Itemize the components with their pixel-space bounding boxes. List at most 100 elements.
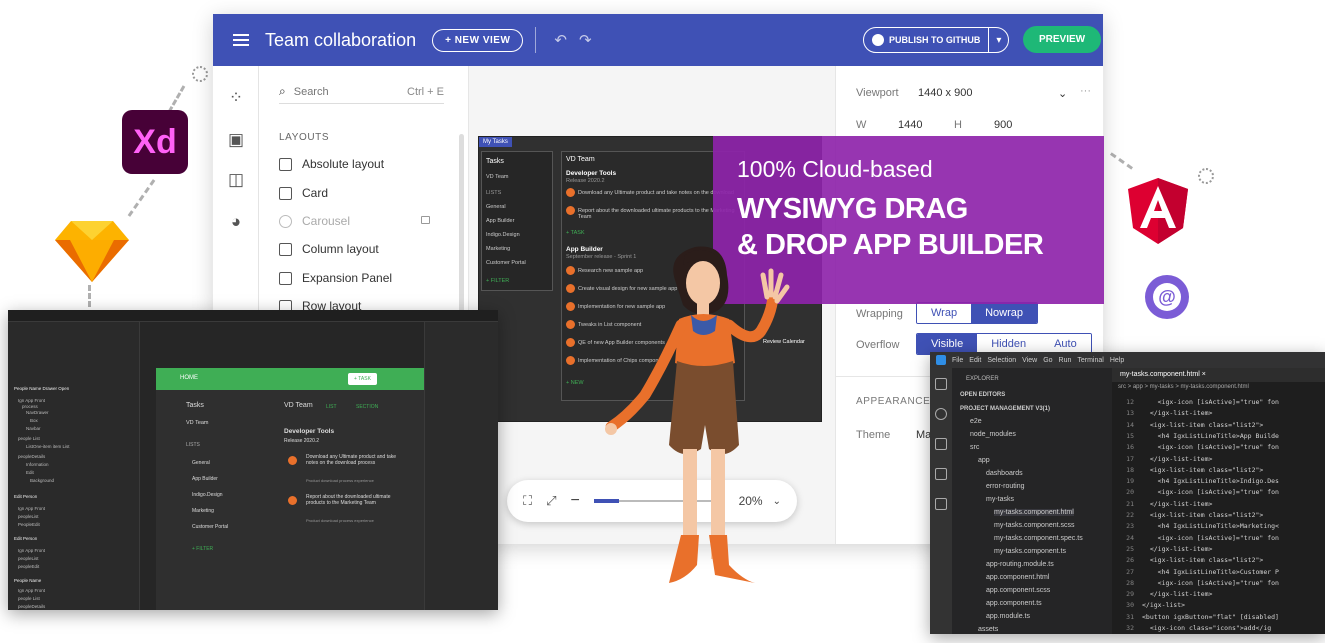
chevron-down-icon[interactable]: ▾ xyxy=(989,35,1008,46)
extensions-icon[interactable] xyxy=(935,498,947,510)
tree-row[interactable]: Box xyxy=(30,418,38,423)
file-tree-item[interactable]: assets xyxy=(978,626,998,633)
code-line[interactable]: 29 </igx-list-item> xyxy=(1112,590,1212,598)
tree-row[interactable]: Edit xyxy=(26,470,34,475)
wrap-option[interactable]: Wrap xyxy=(917,303,972,323)
tree-row[interactable]: people List xyxy=(18,436,40,441)
menu-item[interactable]: Selection xyxy=(987,357,1016,364)
tree-row[interactable]: Background xyxy=(30,478,54,483)
views-icon[interactable]: ▣ xyxy=(226,130,246,150)
add-task-button[interactable]: + TASK xyxy=(566,230,585,236)
tree-row[interactable]: Edit Person xyxy=(14,494,37,499)
code-line[interactable]: 17 </igx-list-item> xyxy=(1112,455,1212,463)
hidden-option[interactable]: Hidden xyxy=(977,334,1041,354)
run-icon[interactable] xyxy=(935,468,947,480)
code-line[interactable]: 18 <igx-list-item class="list2"> xyxy=(1112,466,1263,474)
code-line[interactable]: 31 <button igxButton="flat" [disabled] xyxy=(1112,613,1279,621)
code-line[interactable]: 12 <igx-icon [isActive]="true" fon xyxy=(1112,398,1279,406)
menu-item[interactable]: Help xyxy=(1110,357,1124,364)
team-select[interactable]: VD Team xyxy=(486,174,509,180)
publish-to-github-button[interactable]: PUBLISH TO GITHUB xyxy=(864,28,990,52)
list-item[interactable]: Customer Portal xyxy=(192,524,228,530)
list-item[interactable]: General xyxy=(486,204,506,210)
menu-item[interactable]: Run xyxy=(1059,357,1072,364)
file-tree-item[interactable]: dashboards xyxy=(986,470,1023,477)
file-tree-item[interactable]: my-tasks.component.spec.ts xyxy=(994,535,1083,542)
zoom-out-icon[interactable]: − xyxy=(571,492,580,510)
list-item[interactable]: Marketing xyxy=(192,508,214,514)
file-tree-item[interactable]: my-tasks.component.scss xyxy=(994,522,1075,529)
code-line[interactable]: 16 <igx-icon [isActive]="true" fon xyxy=(1112,443,1279,451)
viewport-select[interactable]: 1440 x 900 xyxy=(918,87,972,99)
file-tree-item[interactable]: node_modules xyxy=(970,431,1016,438)
list-item[interactable]: General xyxy=(192,460,210,466)
file-tree-item[interactable]: app-routing.module.ts xyxy=(986,561,1054,568)
code-line[interactable]: 26 <igx-list-item class="list2"> xyxy=(1112,556,1263,564)
list-item[interactable]: Marketing xyxy=(486,246,510,252)
list-tab[interactable]: LIST xyxy=(326,404,337,410)
more-icon[interactable]: ··· xyxy=(1080,85,1091,97)
code-line[interactable]: 32 <igx-icon class="icons">add</ig xyxy=(1112,624,1271,632)
breadcrumb[interactable]: src > app > my-tasks > my-tasks.componen… xyxy=(1118,384,1249,390)
team-select[interactable]: VD Team xyxy=(186,420,209,426)
code-line[interactable]: 22 <igx-list-item class="list2"> xyxy=(1112,511,1263,519)
new-button[interactable]: + NEW xyxy=(566,380,584,386)
source-control-icon[interactable] xyxy=(935,438,947,450)
code-line[interactable]: 27 <h4 IgxListLineTitle>Customer P xyxy=(1112,568,1279,576)
file-tree-item[interactable]: app.component.ts xyxy=(986,600,1042,607)
file-tree-item[interactable]: app xyxy=(978,457,990,464)
tree-row[interactable]: People Name Drawer Open xyxy=(14,386,69,391)
home-menu[interactable]: HOME xyxy=(180,375,198,381)
hamburger-menu-icon[interactable] xyxy=(233,34,249,46)
list-item[interactable]: Customer Portal xyxy=(486,260,526,266)
code-line[interactable]: 15 <h4 IgxListLineTitle>App Builde xyxy=(1112,432,1279,440)
tree-row[interactable]: ListOne-item item List xyxy=(26,444,70,449)
menu-item[interactable]: Terminal xyxy=(1077,357,1103,364)
code-editor[interactable]: my-tasks.component.html × src > app > my… xyxy=(1112,368,1325,634)
components-icon[interactable]: ⁘ xyxy=(226,88,246,108)
explorer-icon[interactable] xyxy=(935,378,947,390)
code-line[interactable]: 30 </igx-list> xyxy=(1112,601,1185,609)
file-tree-item[interactable]: app.component.scss xyxy=(986,587,1050,594)
height-input[interactable]: 900 xyxy=(994,119,1012,131)
tree-row[interactable]: People Name xyxy=(14,578,41,583)
tree-row[interactable]: peopleDetails xyxy=(18,454,45,459)
component-item-absolute-layout[interactable]: Absolute layout xyxy=(279,153,384,175)
tree-row[interactable]: peopleEdit xyxy=(18,564,39,569)
list-item[interactable]: App Builder xyxy=(192,476,218,482)
tree-row[interactable]: Ign App Front xyxy=(18,398,45,403)
filter-button[interactable]: + FILTER xyxy=(486,278,509,284)
tree-row[interactable]: Ign App Front xyxy=(18,588,45,593)
open-editors-section[interactable]: OPEN EDITORS xyxy=(960,392,1005,398)
tree-row[interactable]: peopleList xyxy=(18,556,39,561)
code-line[interactable]: 19 <h4 IgxListLineTitle>Indigo.Des xyxy=(1112,477,1279,485)
width-input[interactable]: 1440 xyxy=(898,119,922,131)
file-tree-item[interactable]: src xyxy=(970,444,979,451)
visible-option[interactable]: Visible xyxy=(917,334,978,354)
tree-row[interactable]: Edit Person xyxy=(14,536,37,541)
section-tab[interactable]: SECTION xyxy=(356,404,378,410)
code-line[interactable]: 14 <igx-list-item class="list2"> xyxy=(1112,421,1263,429)
theme-select[interactable]: Ma xyxy=(916,429,931,441)
code-line[interactable]: 24 <igx-icon [isActive]="true" fon xyxy=(1112,534,1279,542)
file-tree-item[interactable]: my-tasks xyxy=(986,496,1014,503)
add-task-button[interactable]: + TASK xyxy=(348,373,377,385)
expand-icon[interactable]: ⤢ xyxy=(546,493,556,509)
code-line[interactable]: 13 </igx-list-item> xyxy=(1112,409,1212,417)
task-item[interactable]: Download any Ultimate product and take n… xyxy=(306,454,406,466)
filter-button[interactable]: + FILTER xyxy=(192,546,213,552)
project-root[interactable]: PROJECT MANAGEMENT V3(1) xyxy=(960,406,1050,412)
code-line[interactable]: 28 <igx-icon [isActive]="true" fon xyxy=(1112,579,1279,587)
new-view-button[interactable]: + NEW VIEW xyxy=(432,28,524,52)
menu-item[interactable]: File xyxy=(952,357,963,364)
file-tree-item[interactable]: app.component.html xyxy=(986,574,1049,581)
redo-icon[interactable]: ↷ xyxy=(579,31,592,49)
code-line[interactable]: 20 <igx-icon [isActive]="true" fon xyxy=(1112,488,1279,496)
list-item[interactable]: Indigo.Design xyxy=(486,232,520,238)
component-item-card[interactable]: Card xyxy=(279,182,328,204)
palette-icon[interactable]: ◕ xyxy=(226,212,246,232)
code-line[interactable]: 23 <h4 IgxListLineTitle>Marketing< xyxy=(1112,522,1279,530)
file-tree-item[interactable]: e2e xyxy=(970,418,982,425)
list-item[interactable]: App Builder xyxy=(486,218,514,224)
file-tree-item[interactable]: app.module.ts xyxy=(986,613,1030,620)
